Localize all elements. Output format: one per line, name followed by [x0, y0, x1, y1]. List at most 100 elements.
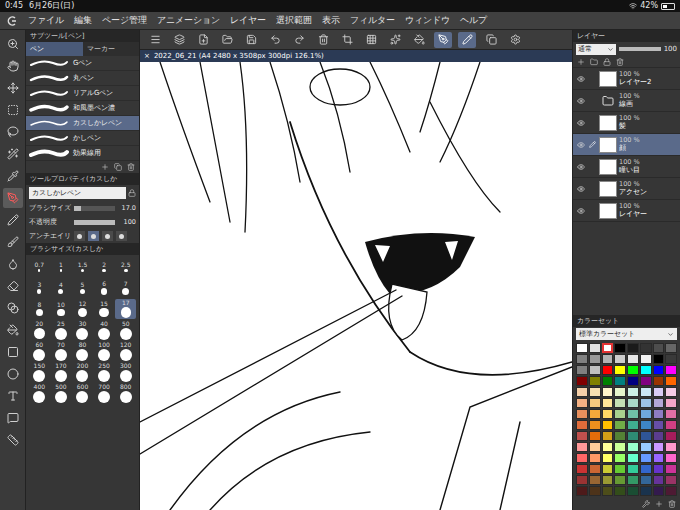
tab-close-button[interactable]: ×	[144, 53, 150, 60]
color-swatch[interactable]	[640, 354, 652, 364]
menu-item[interactable]: アニメーション	[157, 16, 220, 25]
brush-size-cell[interactable]: 60	[29, 341, 50, 361]
new-layer-icon[interactable]	[577, 58, 585, 66]
brush-item[interactable]: Gペン	[26, 56, 139, 71]
color-swatch[interactable]	[589, 420, 601, 430]
brush-size-cell[interactable]: 300	[115, 362, 136, 382]
brush-size-cell[interactable]: 30	[72, 320, 93, 340]
color-swatch[interactable]	[589, 376, 601, 386]
layer-row[interactable]: 100 %レイヤー2	[573, 68, 680, 90]
menu-item[interactable]: 選択範囲	[276, 16, 312, 25]
color-swatch[interactable]	[665, 431, 677, 441]
color-swatch[interactable]	[589, 453, 601, 463]
menu-item[interactable]: ウィンドウ	[405, 16, 450, 25]
color-swatch[interactable]	[602, 442, 614, 452]
color-set-dropdown[interactable]: 標準カラーセット	[576, 328, 677, 340]
tool-button[interactable]	[3, 320, 23, 340]
color-swatch[interactable]	[614, 398, 626, 408]
color-swatch[interactable]	[665, 486, 677, 496]
color-swatch[interactable]	[653, 376, 665, 386]
color-swatch[interactable]	[665, 343, 677, 353]
brush-size-cell[interactable]: 8	[29, 299, 50, 319]
antialias-option[interactable]	[116, 231, 127, 241]
antialias-option[interactable]	[74, 231, 85, 241]
layer-row[interactable]: 100 %髪	[573, 112, 680, 134]
color-swatch[interactable]	[602, 420, 614, 430]
command-button[interactable]	[266, 32, 284, 48]
command-button[interactable]	[362, 32, 380, 48]
color-swatch[interactable]	[640, 387, 652, 397]
color-swatch[interactable]	[589, 475, 601, 485]
brush-item[interactable]: 和風墨ペン濃	[26, 101, 139, 116]
color-swatch[interactable]	[653, 420, 665, 430]
color-swatch[interactable]	[589, 398, 601, 408]
tool-button[interactable]	[3, 210, 23, 230]
command-button[interactable]	[146, 32, 164, 48]
tool-button[interactable]	[3, 100, 23, 120]
color-swatch[interactable]	[614, 387, 626, 397]
brush-size-cell[interactable]: 10	[51, 299, 72, 319]
color-swatch[interactable]	[640, 475, 652, 485]
color-swatch[interactable]	[627, 431, 639, 441]
tool-button[interactable]	[3, 144, 23, 164]
color-swatch[interactable]	[653, 442, 665, 452]
layer-row[interactable]: 100 %アクセン	[573, 178, 680, 200]
color-swatch[interactable]	[589, 431, 601, 441]
command-button[interactable]	[338, 32, 356, 48]
color-swatch[interactable]	[602, 453, 614, 463]
tool-button[interactable]	[3, 298, 23, 318]
color-swatch[interactable]	[602, 387, 614, 397]
color-swatch[interactable]	[576, 409, 588, 419]
color-swatch[interactable]	[665, 398, 677, 408]
color-swatch[interactable]	[653, 464, 665, 474]
color-swatch[interactable]	[665, 442, 677, 452]
command-button[interactable]	[242, 32, 260, 48]
color-swatch[interactable]	[589, 354, 601, 364]
menu-item[interactable]: 表示	[322, 16, 340, 25]
color-swatch[interactable]	[640, 486, 652, 496]
color-swatch[interactable]	[627, 464, 639, 474]
eye-icon[interactable]	[577, 75, 585, 83]
color-swatch[interactable]	[589, 464, 601, 474]
brush-size-cell[interactable]: 25	[51, 320, 72, 340]
color-swatch[interactable]	[589, 486, 601, 496]
color-swatch[interactable]	[627, 409, 639, 419]
add-icon[interactable]	[101, 163, 109, 171]
color-swatch[interactable]	[627, 453, 639, 463]
brush-size-cell[interactable]: 7	[115, 278, 136, 298]
brush-item[interactable]: 効果線用	[26, 146, 139, 161]
tool-button[interactable]	[3, 78, 23, 98]
tool-button[interactable]	[3, 386, 23, 406]
color-swatch[interactable]	[614, 431, 626, 441]
layer-row[interactable]: 100 %線画	[573, 90, 680, 112]
color-swatch[interactable]	[614, 376, 626, 386]
brush-item[interactable]: リアルGペン	[26, 86, 139, 101]
color-swatch[interactable]	[614, 354, 626, 364]
command-button[interactable]	[314, 32, 332, 48]
color-swatch[interactable]	[602, 365, 614, 375]
color-swatch[interactable]	[576, 464, 588, 474]
brush-size-cell[interactable]: 5	[72, 278, 93, 298]
color-swatch[interactable]	[576, 365, 588, 375]
color-swatch[interactable]	[640, 453, 652, 463]
eye-icon[interactable]	[577, 185, 585, 193]
color-swatch[interactable]	[627, 343, 639, 353]
brush-item[interactable]: 丸ペン	[26, 71, 139, 86]
color-swatch[interactable]	[576, 420, 588, 430]
brush-size-cell[interactable]: 3	[29, 278, 50, 298]
color-swatch[interactable]	[589, 442, 601, 452]
eye-icon[interactable]	[577, 141, 585, 149]
color-swatch[interactable]	[576, 486, 588, 496]
color-swatch[interactable]	[576, 398, 588, 408]
color-swatch[interactable]	[576, 376, 588, 386]
color-swatch[interactable]	[627, 475, 639, 485]
brush-size-cell[interactable]: 800	[115, 383, 136, 403]
canvas[interactable]	[140, 62, 572, 510]
layer-row[interactable]: 100 %レイヤー	[573, 200, 680, 222]
layer-row[interactable]: 100 %顔	[573, 134, 680, 156]
brush-item[interactable]: かしペン	[26, 131, 139, 146]
color-swatch[interactable]	[589, 387, 601, 397]
tool-button[interactable]	[3, 232, 23, 252]
color-swatch[interactable]	[653, 475, 665, 485]
menu-item[interactable]: ヘルプ	[460, 16, 487, 25]
